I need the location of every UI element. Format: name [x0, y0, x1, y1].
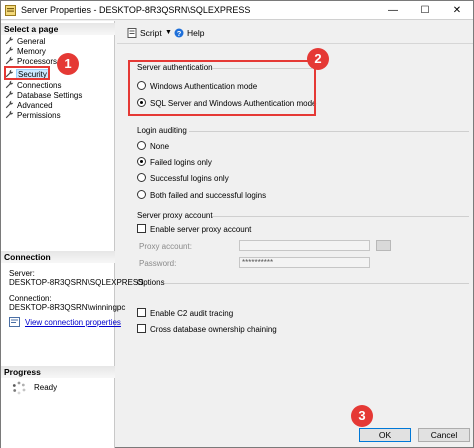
wrench-icon: [5, 90, 14, 99]
left-pane: Select a page General Memory Processors …: [1, 21, 144, 448]
wrench-icon: [5, 36, 14, 45]
server-value: DESKTOP-8R3QSRN\SQLEXPRESS: [9, 278, 144, 287]
radio-button: [137, 173, 146, 182]
page-label: Permissions: [17, 111, 61, 120]
option-label: Both failed and successful logins: [150, 191, 267, 200]
progress-spinner-icon: [12, 381, 26, 395]
option-label: Failed logins only: [150, 158, 212, 167]
radio-button: [137, 190, 146, 199]
enable-proxy-checkbox[interactable]: Enable server proxy account: [137, 224, 251, 235]
annotation-badge-1: 1: [57, 53, 79, 75]
checkbox: [137, 308, 146, 317]
proxy-title: Server proxy account: [137, 211, 213, 220]
progress-status: Ready: [34, 383, 58, 392]
page-memory[interactable]: Memory: [5, 46, 46, 56]
password-input[interactable]: **********: [239, 257, 370, 268]
audit-none-radio[interactable]: None: [137, 141, 169, 152]
page-database-settings[interactable]: Database Settings: [5, 90, 82, 100]
audit-successful-radio[interactable]: Successful logins only: [137, 173, 229, 184]
wrench-icon: [5, 80, 14, 89]
cross-db-chaining-checkbox[interactable]: Cross database ownership chaining: [137, 324, 277, 335]
password-label: Password:: [139, 259, 177, 268]
connection-label: Connection:: [9, 294, 52, 303]
page-label: General: [17, 37, 46, 46]
proxy-account-label: Proxy account:: [139, 242, 192, 251]
server-properties-icon: [5, 5, 16, 16]
option-label: Successful logins only: [150, 174, 229, 183]
page-label: Database Settings: [17, 91, 83, 100]
script-button[interactable]: Script: [140, 28, 162, 38]
toolbar: Script ▼ ? Help: [117, 25, 473, 41]
radio-button-selected: [137, 157, 146, 166]
checkbox: [137, 224, 146, 233]
annotation-badge-3: 3: [351, 405, 373, 427]
help-button[interactable]: Help: [187, 28, 204, 38]
server-label: Server:: [9, 269, 35, 278]
login-auditing-title: Login auditing: [137, 126, 187, 135]
close-button[interactable]: ✕: [441, 1, 473, 20]
options-title: Options: [137, 278, 165, 287]
progress-heading: Progress: [1, 366, 115, 378]
wrench-icon: [5, 46, 14, 55]
options-divider: [165, 283, 469, 284]
annotation-badge-2: 2: [307, 48, 329, 70]
cancel-button[interactable]: Cancel: [418, 428, 470, 442]
page-label: Processors: [17, 57, 58, 66]
c2-audit-checkbox[interactable]: Enable C2 audit tracing: [137, 308, 233, 319]
maximize-button[interactable]: ☐: [409, 1, 441, 20]
chevron-down-icon[interactable]: ▼: [165, 29, 172, 36]
page-label: Memory: [17, 47, 46, 56]
option-label: Enable server proxy account: [150, 225, 252, 234]
connection-heading: Connection: [1, 251, 115, 263]
page-processors[interactable]: Processors: [5, 56, 57, 66]
security-highlight-box: [4, 66, 50, 80]
server-properties-window: Server Properties - DESKTOP-8R3QSRN\SQLE…: [0, 0, 474, 448]
server-auth-highlight-box: [128, 60, 316, 116]
connection-value: DESKTOP-8R3QSRN\winningpc: [9, 303, 126, 312]
page-label: Advanced: [17, 101, 53, 110]
option-label: Cross database ownership chaining: [150, 325, 277, 334]
minimize-button[interactable]: —: [377, 1, 409, 20]
login-auditing-divider: [189, 131, 469, 132]
page-label: Connections: [17, 81, 62, 90]
wrench-icon: [5, 56, 14, 65]
page-advanced[interactable]: Advanced: [5, 100, 53, 110]
option-label: None: [150, 142, 170, 151]
wrench-icon: [5, 110, 14, 119]
checkbox: [137, 324, 146, 333]
page-connections[interactable]: Connections: [5, 80, 61, 90]
proxy-divider: [212, 216, 469, 217]
audit-failed-radio[interactable]: Failed logins only: [137, 157, 212, 168]
option-label: Enable C2 audit tracing: [150, 309, 234, 318]
page-permissions[interactable]: Permissions: [5, 110, 61, 120]
proxy-account-browse-button[interactable]: [376, 240, 391, 251]
toolbar-divider: [117, 43, 473, 44]
title-bar: Server Properties - DESKTOP-8R3QSRN\SQLE…: [1, 1, 473, 20]
svg-text:?: ?: [177, 29, 182, 38]
wrench-icon: [5, 100, 14, 109]
view-connection-properties-link[interactable]: View connection properties: [25, 318, 121, 327]
help-icon: ?: [174, 28, 184, 38]
ok-button[interactable]: OK: [359, 428, 411, 442]
radio-button: [137, 141, 146, 150]
audit-both-radio[interactable]: Both failed and successful logins: [137, 190, 266, 201]
select-page-heading: Select a page: [1, 23, 115, 35]
connection-properties-icon: [9, 317, 20, 327]
script-icon: [127, 28, 137, 38]
page-general[interactable]: General: [5, 36, 45, 46]
window-title: Server Properties - DESKTOP-8R3QSRN\SQLE…: [21, 5, 251, 15]
proxy-account-input[interactable]: [239, 240, 370, 251]
